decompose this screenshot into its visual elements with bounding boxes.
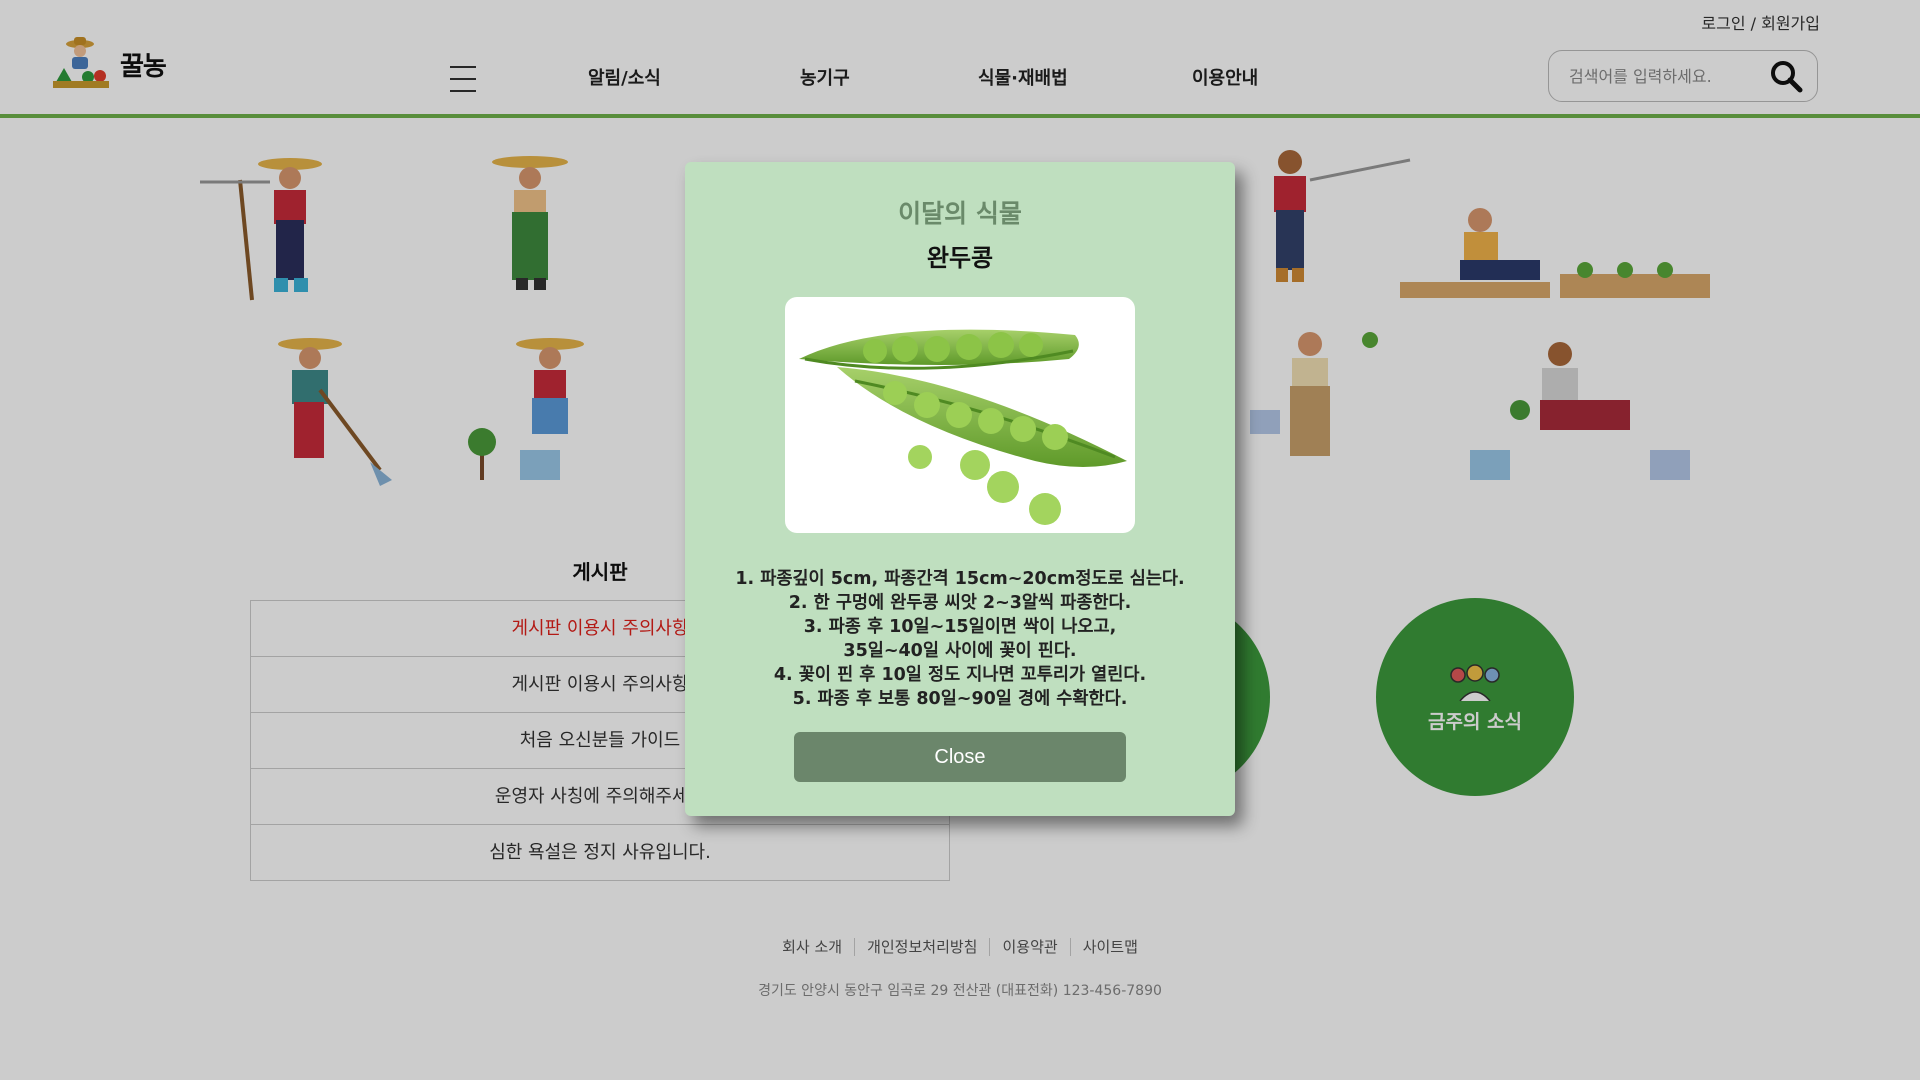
planting-steps: 1. 파종깊이 5cm, 파종간격 15cm~20cm정도로 심는다. 2. 한…	[685, 567, 1235, 711]
planting-step: 5. 파종 후 보통 80일~90일 경에 수확한다.	[792, 689, 1128, 709]
planting-step: 2. 한 구멍에 완두콩 씨앗 2~3알씩 파종한다.	[788, 593, 1132, 613]
close-button[interactable]: Close	[794, 732, 1126, 782]
modal-heading: 이달의 식물	[898, 199, 1022, 228]
modal-plant-name: 완두콩	[926, 244, 994, 272]
planting-step: 35일~40일 사이에 꽃이 핀다.	[843, 641, 1077, 661]
pea-pod-image	[785, 297, 1135, 533]
planting-step: 1. 파종깊이 5cm, 파종간격 15cm~20cm정도로 심는다.	[735, 569, 1185, 589]
planting-step: 3. 파종 후 10일~15일이면 싹이 나오고,	[803, 617, 1117, 637]
planting-step: 4. 꽃이 핀 후 10일 정도 지나면 꼬투리가 열린다.	[773, 665, 1147, 685]
plant-of-month-modal: 이달의 식물 완두콩 1. 파종깊이 5cm, 파종간격 15cm~20cm정도…	[685, 162, 1235, 816]
pea-pod-illustration	[799, 329, 1127, 525]
